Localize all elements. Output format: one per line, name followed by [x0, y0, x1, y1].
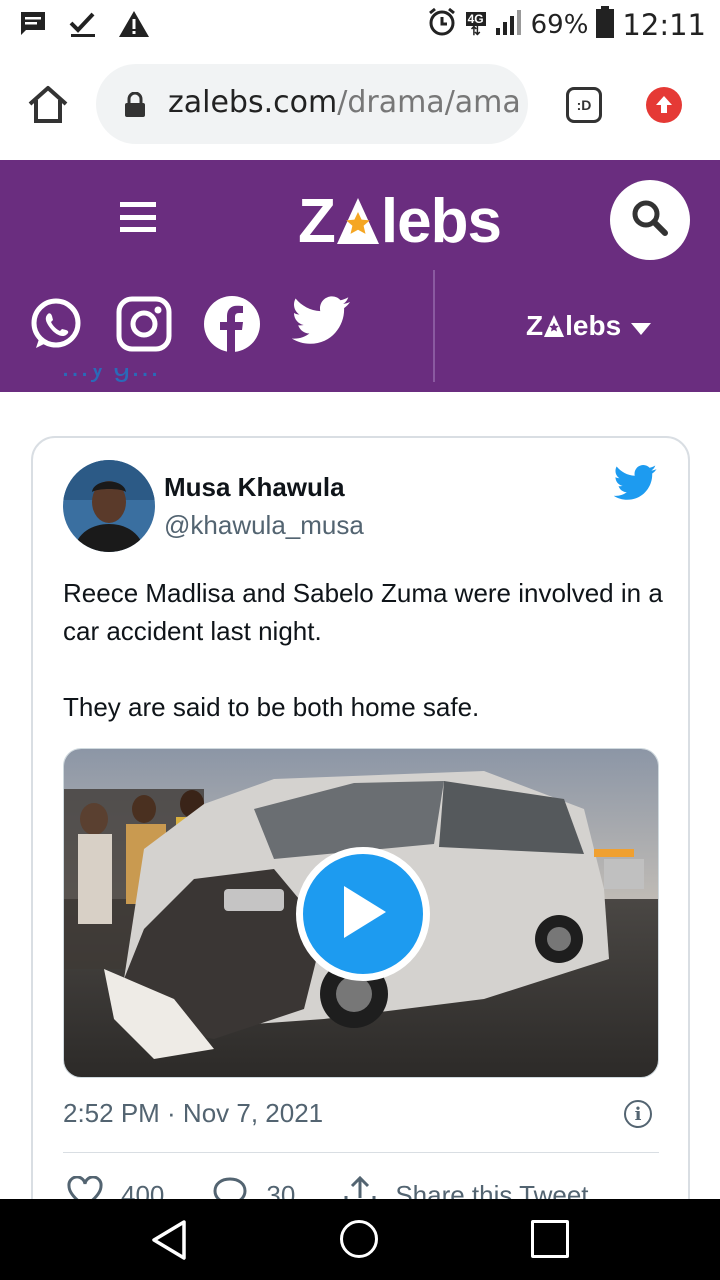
tweet-author-handle[interactable]: @khawula_musa [164, 510, 364, 541]
tweet-text: Reece Madlisa and Sabelo Zuma were invol… [63, 574, 663, 764]
logo-star-a-icon [335, 190, 381, 244]
browser-toolbar: zalebs.com/drama/ama :D [0, 50, 720, 160]
message-notification-icon [18, 9, 48, 44]
recent-apps-icon[interactable] [531, 1220, 569, 1258]
alarm-icon [427, 7, 457, 42]
facebook-icon[interactable] [204, 296, 260, 352]
brand-star-a-icon [544, 315, 565, 337]
tweet-paragraph: Reece Madlisa and Sabelo Zuma were invol… [63, 578, 663, 646]
article-text-peek: …y g… [60, 368, 160, 398]
signal-icon [495, 8, 523, 41]
site-logo[interactable]: Zlebs [298, 186, 502, 257]
network-4g-icon: 4G ⇅ [465, 11, 486, 38]
address-bar[interactable]: zalebs.com/drama/ama [96, 64, 528, 144]
back-icon[interactable] [150, 1219, 188, 1266]
tweet-author-name[interactable]: Musa Khawula [164, 472, 345, 503]
tweet-video[interactable] [63, 748, 659, 1078]
instagram-icon[interactable] [116, 296, 172, 352]
play-icon [338, 884, 388, 945]
url-text: zalebs.com/drama/ama [168, 85, 521, 120]
clock: 12:11 [622, 7, 706, 42]
avatar[interactable] [63, 460, 155, 552]
lock-icon [124, 91, 146, 123]
play-button[interactable] [296, 847, 430, 981]
whatsapp-icon[interactable] [28, 296, 84, 352]
menu-icon[interactable] [120, 202, 156, 232]
tweet-timestamp[interactable]: 2:52 PM · Nov 7, 2021 [63, 1098, 323, 1129]
search-button[interactable] [610, 180, 690, 260]
home-icon[interactable] [26, 84, 70, 124]
home-circle-icon[interactable] [340, 1220, 378, 1258]
info-icon[interactable]: i [624, 1100, 652, 1128]
warning-icon [118, 9, 150, 44]
chevron-down-icon [631, 310, 652, 342]
check-notification-icon [68, 9, 98, 44]
tweet-divider [63, 1152, 659, 1153]
search-icon [630, 198, 670, 243]
twitter-icon[interactable] [291, 296, 352, 352]
twitter-logo-icon[interactable] [613, 464, 658, 502]
brand-dropdown[interactable]: Zlebs [526, 310, 652, 342]
battery-icon [596, 6, 615, 43]
battery-percent: 69% [530, 9, 589, 40]
embedded-tweet[interactable]: Musa Khawula @khawula_musa Reece Madlisa… [31, 436, 690, 1236]
tab-switcher-button[interactable]: :D [566, 87, 602, 123]
system-nav-bar [0, 1199, 720, 1280]
tweet-paragraph: They are said to be both home safe. [63, 692, 480, 722]
status-bar: 4G ⇅ 69% 12:11 [0, 0, 720, 50]
site-header: Zlebs Zlebs [0, 160, 720, 392]
brand-dropdown-label: Zlebs [526, 310, 622, 341]
header-divider [433, 270, 435, 382]
upload-icon[interactable] [646, 87, 682, 123]
